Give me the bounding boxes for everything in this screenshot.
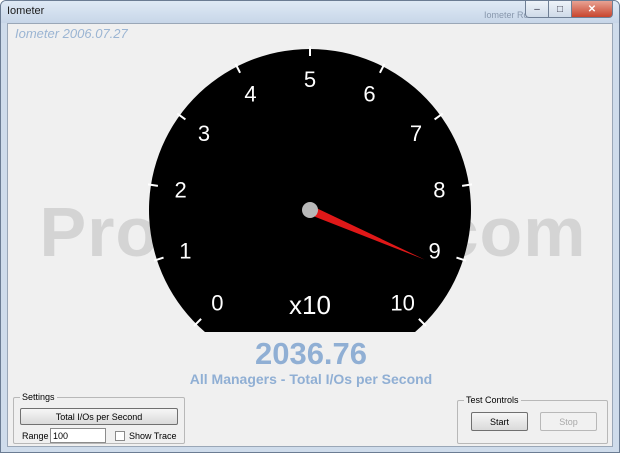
title-bar[interactable]: Iometer Iometer Ro... – □ ✕ — [1, 1, 619, 23]
gauge-tick-label: 9 — [428, 238, 440, 263]
iometer-window: Iometer Iometer Ro... – □ ✕ Iometer 2006… — [0, 0, 620, 453]
gauge-tick-label: 2 — [174, 178, 186, 203]
show-trace-checkbox[interactable] — [115, 431, 125, 441]
gauge-tick-label: 1 — [179, 238, 191, 263]
maximize-button[interactable]: □ — [549, 1, 572, 18]
gauge-tick-label: 0 — [211, 291, 223, 316]
minimize-button[interactable]: – — [525, 1, 549, 18]
speedometer-gauge: 0 1 2 3 4 5 6 7 8 9 10 x10 — [147, 46, 473, 333]
gauge-tick-label: 8 — [433, 178, 445, 203]
gauge-tick-label: 4 — [244, 81, 256, 106]
gauge-tick-label: 10 — [390, 291, 414, 316]
maximize-icon: □ — [556, 3, 564, 15]
range-label: Range — [22, 431, 49, 441]
window-controls: – □ ✕ — [525, 1, 613, 19]
test-controls-group: Test Controls Start Stop — [457, 395, 608, 444]
gauge-tick-label: 3 — [198, 121, 210, 146]
range-input[interactable] — [50, 428, 106, 443]
window-title: Iometer — [7, 5, 45, 17]
gauge-hub — [302, 202, 318, 218]
show-trace-label: Show Trace — [129, 431, 177, 441]
stop-button[interactable]: Stop — [540, 412, 597, 431]
gauge-tick-label: 5 — [304, 67, 316, 92]
metric-select-button[interactable]: Total I/Os per Second — [20, 408, 178, 425]
close-icon: ✕ — [587, 3, 597, 15]
settings-group: Settings Total I/Os per Second Range Sho… — [13, 392, 185, 444]
gauge-tick-label: 7 — [410, 121, 422, 146]
start-button[interactable]: Start — [471, 412, 528, 431]
gauge-multiplier: x10 — [289, 290, 331, 320]
test-controls-legend: Test Controls — [466, 395, 519, 405]
client-area: Iometer 2006.07.27 Programlar.com 012345… — [7, 23, 613, 447]
close-button[interactable]: ✕ — [572, 1, 613, 18]
reading-label: All Managers - Total I/Os per Second — [189, 371, 433, 387]
reading-value: 2036.76 — [254, 336, 368, 371]
settings-legend: Settings — [22, 392, 55, 402]
minimize-icon: – — [534, 3, 540, 15]
gauge-tick-label: 6 — [363, 81, 375, 106]
